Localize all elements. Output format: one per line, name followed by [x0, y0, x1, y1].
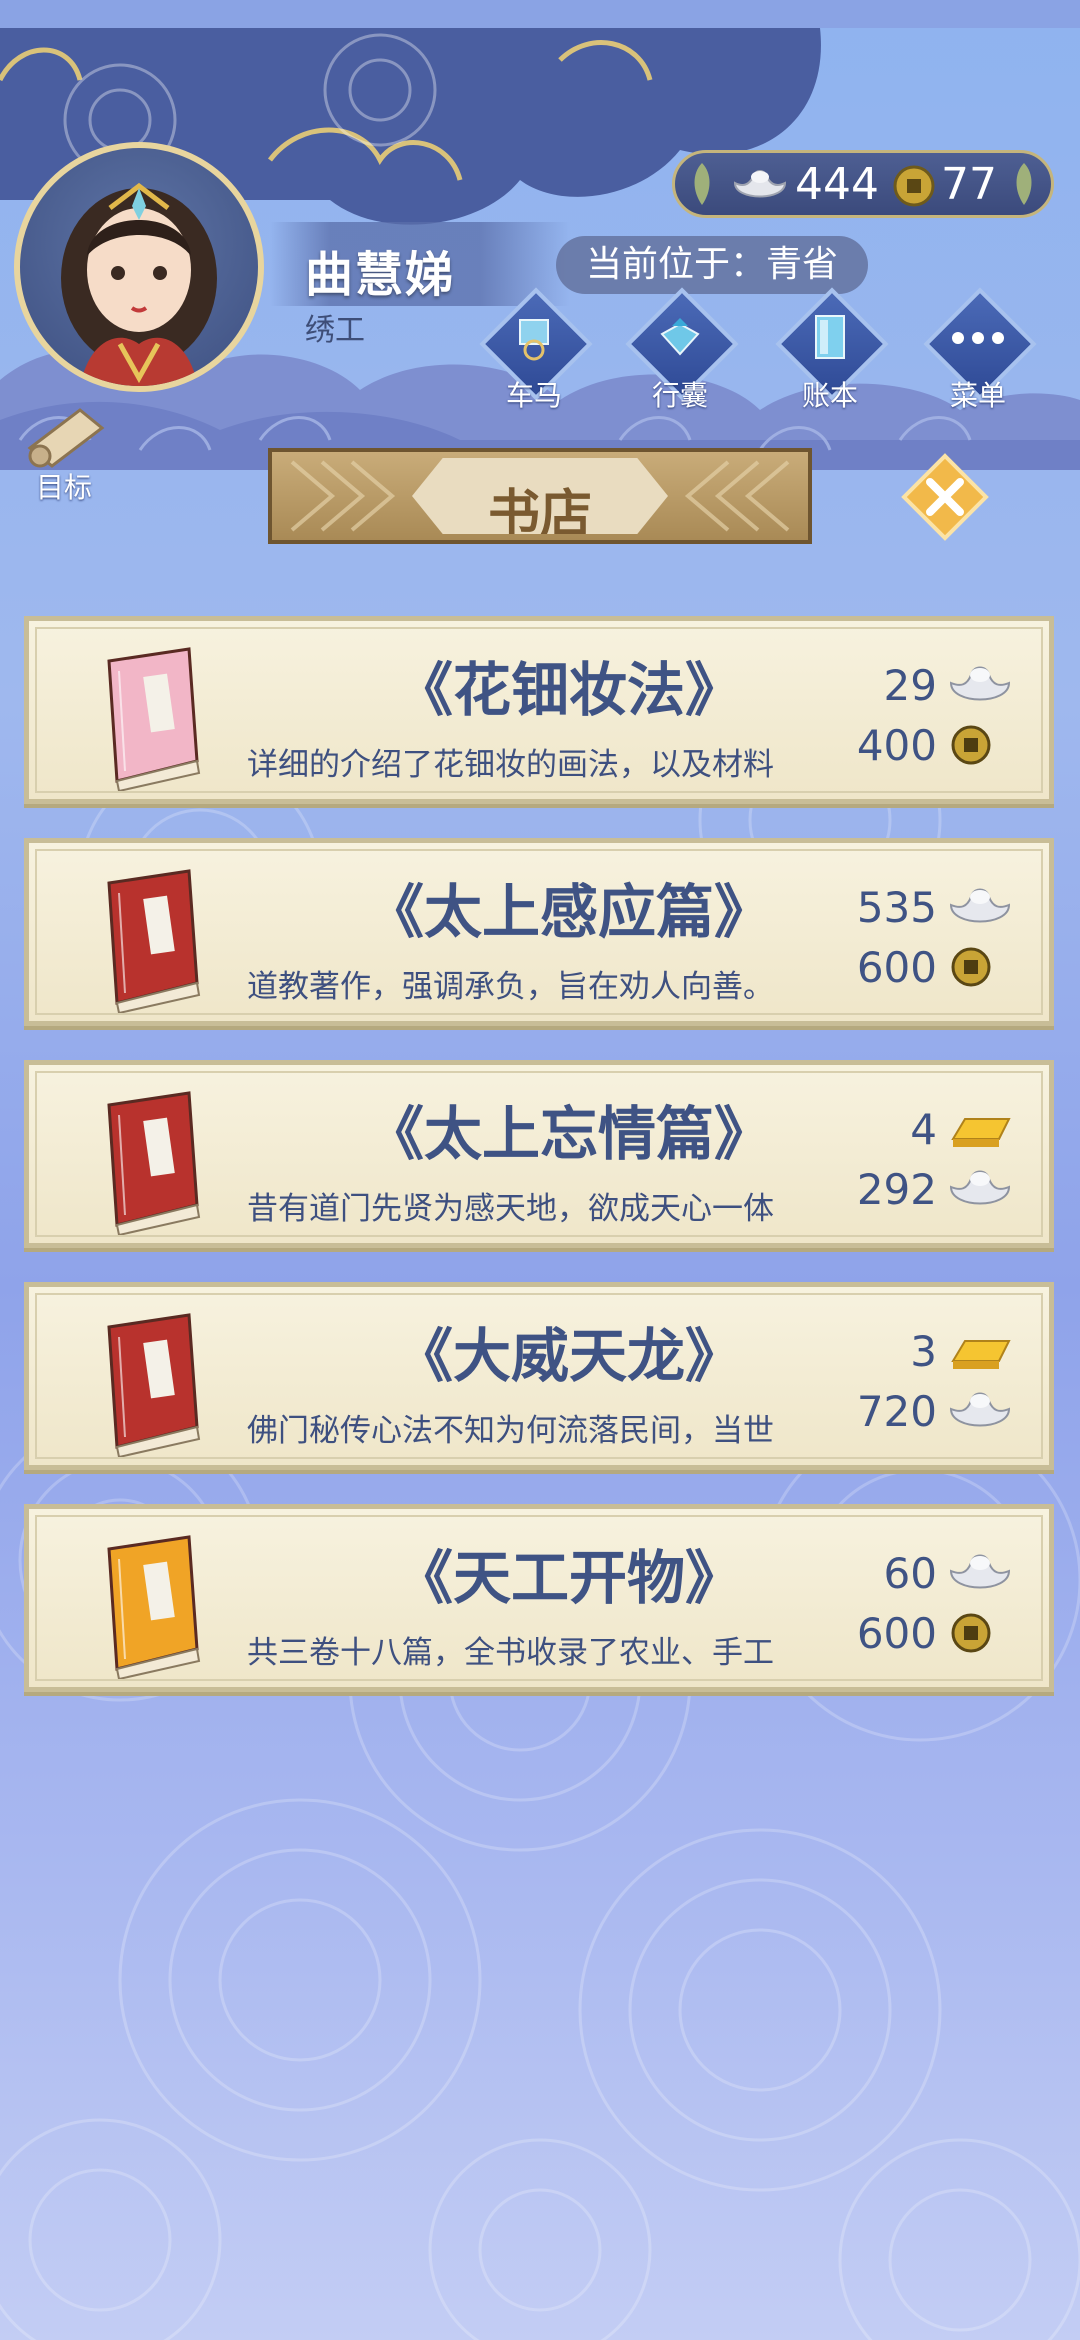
silver-ingot-icon: [947, 1549, 1013, 1597]
player-job: 绣工: [305, 313, 365, 348]
carriage-glyph: [519, 319, 549, 361]
copper-coin-icon: [947, 943, 1013, 991]
book-title: 《大威天龙》: [394, 1322, 743, 1390]
ledger-glyph: [815, 315, 845, 359]
book-title: 《天工开物》: [394, 1544, 743, 1612]
book-item-card[interactable]: 《天工开物》共三卷十八篇，全书收录了农业、手工 60 600: [24, 1504, 1054, 1692]
book-description: 昔有道门先贤为感天地，欲成天心一体: [247, 1191, 774, 1227]
gold-bar-icon: [947, 1327, 1013, 1375]
ledger-button[interactable]: 账本: [770, 287, 890, 416]
book-description: 详细的介绍了花钿妆的画法，以及材料: [247, 747, 774, 783]
player-avatar[interactable]: [14, 142, 264, 392]
copper-coin-icon: [893, 165, 935, 207]
gold-bar-icon: [947, 1105, 1013, 1153]
price-primary: 3: [910, 1327, 937, 1376]
book-title: 《太上忘情篇》: [365, 1100, 772, 1168]
copper-coin-icon: [947, 721, 1013, 769]
book-item-card[interactable]: 《花钿妆法》详细的介绍了花钿妆的画法，以及材料 29 400: [24, 616, 1054, 804]
carriage-label: 车马: [505, 379, 562, 412]
silver-ingot-icon: [733, 170, 787, 198]
player-name: 曲慧娣: [305, 247, 456, 303]
book-description: 道教著作，强调承负，旨在劝人向善。: [247, 969, 774, 1005]
ledger-label: 账本: [801, 379, 858, 412]
more-label: 菜单: [949, 379, 1006, 412]
book-icon: [107, 1313, 201, 1457]
price-primary: 29: [883, 661, 937, 710]
portrait-illustration: [61, 182, 217, 386]
price-secondary: 600: [856, 1609, 937, 1658]
book-title: 《太上感应篇》: [365, 878, 772, 946]
price-primary: 4: [910, 1105, 937, 1154]
book-item-card[interactable]: 《大威天龙》佛门秘传心法不知为何流落民间，当世 3 720: [24, 1282, 1054, 1470]
bamboo-leaf-icon: [1016, 163, 1032, 205]
more-menu-button[interactable]: 菜单: [918, 287, 1038, 416]
goal-label: 目标: [35, 471, 92, 504]
bundle-label: 行囊: [651, 379, 708, 412]
book-item-card[interactable]: 《太上忘情篇》昔有道门先贤为感天地，欲成天心一体 4 292: [24, 1060, 1054, 1248]
book-item-card[interactable]: 《太上感应篇》道教著作，强调承负，旨在劝人向善。 535 600: [24, 838, 1054, 1026]
carriage-button[interactable]: 车马: [474, 287, 594, 416]
plaque-center: 书店: [412, 458, 668, 534]
book-title: 《花钿妆法》: [394, 656, 743, 724]
bundle-button[interactable]: 行囊: [620, 287, 740, 416]
coin-amount: 77: [941, 159, 997, 210]
silver-ingot-icon: [947, 1165, 1013, 1213]
book-icon: [107, 1535, 201, 1679]
book-description: 共三卷十八篇，全书收录了农业、手工: [247, 1635, 774, 1671]
bundle-glyph: [660, 318, 700, 356]
price-secondary: 400: [856, 721, 937, 770]
book-description: 佛门秘传心法不知为何流落民间，当世: [247, 1413, 774, 1449]
currency-bar: 444 77: [672, 150, 1054, 218]
copper-coin-icon: [947, 1609, 1013, 1657]
shop-title-plaque: 书店: [268, 448, 812, 544]
goal-button[interactable]: 目标: [16, 404, 116, 504]
price-secondary: 720: [856, 1387, 937, 1436]
price-primary: 535: [856, 883, 937, 932]
silver-ingot-icon: [947, 661, 1013, 709]
close-button[interactable]: [900, 452, 990, 542]
silver-ingot-icon: [947, 883, 1013, 931]
price-secondary: 292: [856, 1165, 937, 1214]
silver-ingot-icon: [947, 1387, 1013, 1435]
price-secondary: 600: [856, 943, 937, 992]
scroll-icon: [27, 408, 105, 468]
status-bar: [0, 0, 1080, 28]
silver-amount: 444: [795, 159, 879, 210]
book-icon: [107, 647, 201, 791]
price-primary: 60: [883, 1549, 937, 1598]
ellipsis-glyph: [952, 332, 1004, 344]
close-icon: [901, 453, 989, 541]
book-icon: [107, 869, 201, 1013]
location-label: 当前位于：青省: [556, 236, 869, 294]
bamboo-leaf-icon: [694, 163, 710, 205]
book-icon: [107, 1091, 201, 1235]
